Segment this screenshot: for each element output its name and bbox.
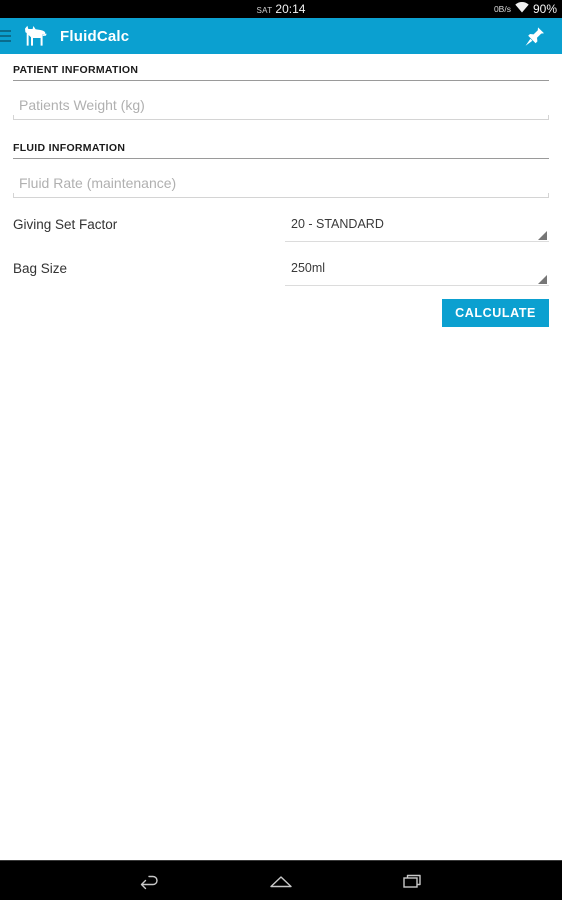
fluid-rate-field[interactable] [13, 168, 549, 198]
status-bar-clock: SAT 20:14 [0, 2, 562, 16]
status-bar-day: SAT [256, 5, 273, 15]
app-title: FluidCalc [60, 27, 130, 45]
bag-size-row: Bag Size 250ml [13, 258, 549, 286]
fluid-rate-input[interactable] [13, 168, 549, 197]
patients-weight-input[interactable] [13, 90, 549, 119]
pin-icon[interactable] [520, 18, 550, 54]
giving-set-factor-value: 20 - STANDARD [291, 217, 384, 231]
giving-set-factor-row: Giving Set Factor 20 - STANDARD [13, 214, 549, 242]
android-navigation-bar [0, 860, 562, 900]
bag-size-value: 250ml [291, 261, 326, 275]
bag-size-spinner[interactable]: 250ml [285, 258, 549, 286]
battery-percentage-label: 90% [532, 2, 557, 16]
spinner-dropdown-arrow-icon [538, 231, 547, 240]
wifi-icon [515, 2, 529, 16]
status-bar-time: 20:14 [275, 2, 306, 16]
status-bar-indicators: 0B/s 90% [494, 2, 557, 16]
status-bar: SAT 20:14 0B/s 90% [0, 0, 562, 18]
recent-apps-icon[interactable] [390, 861, 436, 900]
patients-weight-field[interactable] [13, 90, 549, 120]
giving-set-factor-label: Giving Set Factor [13, 217, 118, 232]
section-header-fluid-information: FLUID INFORMATION [13, 142, 549, 159]
home-icon[interactable] [258, 861, 304, 900]
giving-set-factor-spinner[interactable]: 20 - STANDARD [285, 214, 549, 242]
network-speed-label: 0B/s [493, 4, 511, 14]
dog-logo-icon [20, 18, 50, 54]
button-row: CALCULATE [13, 299, 549, 327]
form-content: PATIENT INFORMATION FLUID INFORMATION Gi… [0, 54, 562, 860]
calculate-button[interactable]: CALCULATE [442, 299, 549, 327]
app-bar: FluidCalc [0, 18, 562, 54]
app-screen: SAT 20:14 0B/s 90% FluidCalc PATIENT INF… [0, 0, 562, 900]
section-header-patient-information: PATIENT INFORMATION [13, 64, 549, 81]
hamburger-menu-icon[interactable] [0, 18, 12, 54]
bag-size-label: Bag Size [13, 261, 68, 276]
back-arrow-icon[interactable] [126, 861, 172, 900]
spinner-dropdown-arrow-icon [538, 275, 547, 284]
